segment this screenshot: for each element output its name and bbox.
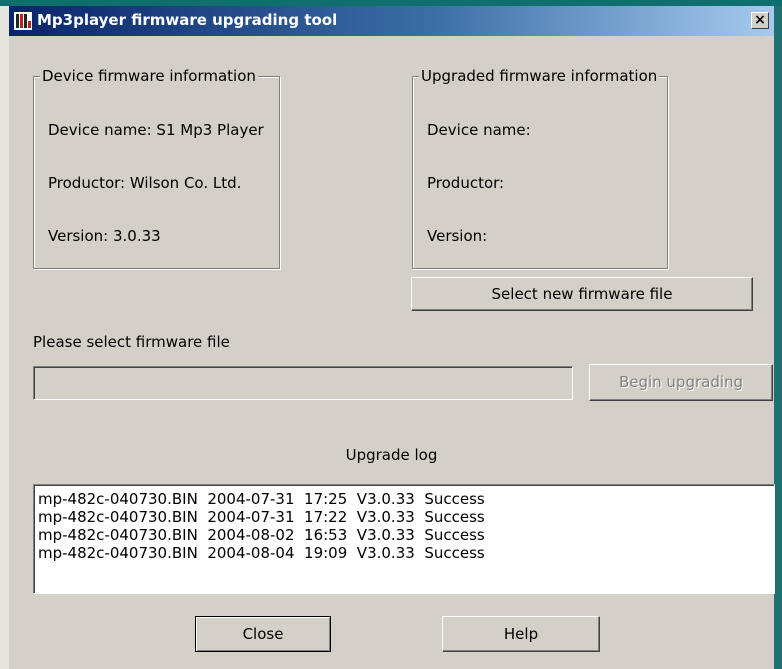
device-firmware-group: Device firmware information Device name:… [33,67,280,269]
begin-upgrading-button[interactable]: Begin upgrading [589,364,773,401]
version-label: Version: 3.0.33 [48,227,161,245]
window-title: Mp3player firmware upgrading tool [37,11,338,29]
close-button[interactable]: Close [195,616,331,652]
log-entry[interactable]: mp-482c-040730.BIN 2004-08-02 16:53 V3.0… [38,526,774,544]
background-window-edge [0,6,9,669]
help-button[interactable]: Help [442,616,600,652]
upgraded-firmware-legend: Upgraded firmware information [419,67,660,85]
close-icon[interactable]: × [751,12,769,29]
title-bar[interactable]: Mp3player firmware upgrading tool × [9,6,774,36]
device-name-label: Device name: S1 Mp3 Player [48,121,264,139]
log-entry[interactable]: mp-482c-040730.BIN 2004-07-31 17:22 V3.0… [38,508,774,526]
upgraded-version-label: Version: [427,227,488,245]
file-prompt-label: Please select firmware file [33,333,230,351]
upgrade-log-list[interactable]: mp-482c-040730.BIN 2004-07-31 17:25 V3.0… [33,484,775,594]
log-entry[interactable]: mp-482c-040730.BIN 2004-07-31 17:25 V3.0… [38,490,774,508]
productor-label: Productor: Wilson Co. Ltd. [48,174,242,192]
upgraded-device-name-label: Device name: [427,121,531,139]
upgrade-log-title: Upgrade log [345,446,438,464]
firmware-file-field[interactable] [33,366,573,400]
upgraded-productor-label: Productor: [427,174,505,192]
device-firmware-legend: Device firmware information [40,67,258,85]
log-entry[interactable]: mp-482c-040730.BIN 2004-08-04 19:09 V3.0… [38,544,774,562]
select-firmware-button[interactable]: Select new firmware file [411,277,753,311]
upgraded-firmware-group: Upgraded firmware information Device nam… [412,67,668,269]
desktop-backdrop-right [774,6,782,669]
app-logo-icon [14,12,32,30]
firmware-tool-window: Mp3player firmware upgrading tool × Devi… [9,6,775,669]
